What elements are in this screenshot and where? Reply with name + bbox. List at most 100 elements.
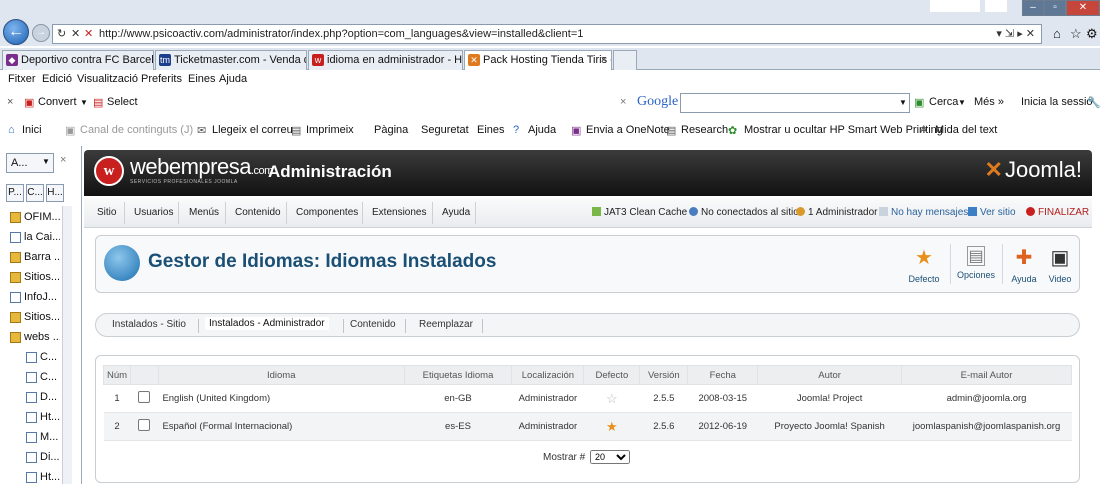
default-button[interactable]: ★ Defecto [902,244,946,288]
header-version[interactable]: Versión [639,365,689,385]
favorite-item[interactable]: Di... [26,448,60,468]
subtab-instalados-sitio[interactable]: Instalados - Sitio [112,319,186,330]
tab-ticketmaster[interactable]: tm Ticketmaster.com - Venda d'e... [155,50,307,70]
google-search-dropdown-icon[interactable]: ▼ [899,98,907,107]
menu-sitio[interactable]: Sitio [97,207,116,218]
tab-close-icon[interactable]: × [601,51,607,69]
clean-cache-link[interactable]: JAT3 Clean Cache [592,207,687,218]
convert-button[interactable]: Convert [38,96,77,108]
header-autor[interactable]: Autor [757,365,902,385]
cmd-hp[interactable]: Mostrar u ocultar HP Smart Web Printing [744,124,943,136]
favorite-item[interactable]: D... [26,388,60,408]
sidebar-tab-p[interactable]: P... [6,184,24,202]
cmd-imprimeix[interactable]: Imprimeix [306,124,354,136]
tab-idioma[interactable]: w idioma en administrador - Hos... [308,50,463,70]
favorites-star-icon[interactable]: ☆ [1070,26,1082,42]
cmd-onenote[interactable]: Envia a OneNote [586,124,670,136]
address-url[interactable]: http://www.psicoactiv.com/administrator/… [99,28,583,40]
favorite-item[interactable]: OFIM... [10,208,60,228]
favorite-item[interactable]: InfoJ... [10,288,60,308]
stop-icon[interactable]: ✕ [71,27,80,40]
header-num[interactable]: Núm [103,365,131,385]
menu-visualitzacio[interactable]: Visualització [77,73,138,85]
address-bar[interactable]: ↻ ✕ ✕ http://www.psicoactiv.com/administ… [52,24,1042,44]
star-outline-icon[interactable]: ☆ [606,391,618,406]
wrench-icon[interactable]: 🔧 [1087,96,1100,109]
close-toolbar-icon[interactable]: × [7,96,13,108]
cerca-button[interactable]: Cerca [929,96,958,108]
google-search-input[interactable] [680,93,910,113]
close-google-icon[interactable]: × [620,96,626,108]
row-select-radio[interactable] [138,419,151,431]
menu-preferits[interactable]: Preferits [141,73,182,85]
sidebar-tab-c[interactable]: C... [26,184,44,202]
menu-usuarios[interactable]: Usuarios [134,207,173,218]
cmd-inici[interactable]: Inici [22,124,42,136]
cerca-dropdown-icon[interactable]: ▼ [958,98,966,107]
subtab-instalados-administrador[interactable]: Instalados - Administrador [205,317,329,330]
menu-ayuda[interactable]: Ayuda [442,207,470,218]
header-idioma[interactable]: Idioma [157,365,405,385]
pager-limit-select[interactable]: 20 [590,450,631,464]
cmd-pagina[interactable]: Pàgina [374,124,408,136]
favorite-item[interactable]: Sitios... [10,308,60,328]
menu-contenido[interactable]: Contenido [235,207,281,218]
options-button[interactable]: ▤ Opciones [954,244,998,288]
favorite-item[interactable]: C... [26,348,60,368]
favorite-item[interactable]: C... [26,368,60,388]
video-button[interactable]: ▣ Video [1038,244,1082,288]
cmd-seguretat[interactable]: Seguretat [421,124,469,136]
favorite-item[interactable]: la Cai... [10,228,60,248]
inicia-sessio-link[interactable]: Inicia la sessió [1021,96,1093,108]
subtab-contenido[interactable]: Contenido [350,319,396,330]
header-email[interactable]: E-mail Autor [901,365,1072,385]
favorite-item[interactable]: Sitios... [10,268,60,288]
sidebar-tab-h[interactable]: H... [46,184,64,202]
menu-ajuda[interactable]: Ajuda [219,73,247,85]
menu-menus[interactable]: Menús [189,207,219,218]
minimize-button[interactable]: – [1022,0,1044,16]
cmd-research[interactable]: Research [681,124,728,136]
subtab-reemplazar[interactable]: Reemplazar [419,319,473,330]
favorite-item[interactable]: Ht... [26,468,60,488]
messages-link[interactable]: No hay mensajes [879,207,968,218]
favorite-item[interactable]: M... [26,428,60,448]
tab-deportivo[interactable]: ◆ Deportivo contra FC Barcelona... [2,50,154,70]
tab-pack-hosting[interactable]: ✕ Pack Hosting Tienda Tiris - ... × [464,50,612,70]
favorites-dropdown-arrow-icon[interactable]: ▼ [42,157,50,166]
menu-eines[interactable]: Eines [188,73,216,85]
favorite-item[interactable]: Ht... [26,408,60,428]
close-button[interactable]: ✕ [1066,0,1100,16]
select-button[interactable]: Select [107,96,138,108]
home-icon[interactable]: ⌂ [1053,26,1061,41]
address-controls-icon[interactable]: ▾ ⇲ ▸ ✕ [996,27,1035,40]
menu-extensiones[interactable]: Extensiones [372,207,426,218]
menu-componentes[interactable]: Componentes [296,207,358,218]
favorite-item[interactable]: webs ... [10,328,60,348]
mes-button[interactable]: Més » [974,96,1004,108]
favorite-item[interactable]: Barra ... [10,248,60,268]
maximize-button[interactable]: ▫ [1044,0,1066,16]
cmd-ajuda[interactable]: Ajuda [528,124,556,136]
header-defecto[interactable]: Defecto [583,365,641,385]
view-site-link[interactable]: Ver sitio [968,207,1016,218]
header-fecha[interactable]: Fecha [687,365,759,385]
cmd-canal[interactable]: Canal de continguts (J) [80,124,193,136]
menu-fitxer[interactable]: Fitxer [8,73,36,85]
cmd-mida-text[interactable]: Mida del text [935,124,997,136]
forward-button[interactable]: → [32,24,50,42]
row-select-radio[interactable] [138,391,151,403]
cmd-correu[interactable]: Llegeix el correu [212,124,293,136]
header-localizacion[interactable]: Localización [511,365,585,385]
convert-dropdown-icon[interactable]: ▼ [80,98,88,107]
back-button[interactable]: ← [3,19,29,45]
logout-link[interactable]: FINALIZAR [1026,207,1089,218]
tools-gear-icon[interactable]: ⚙ [1086,26,1098,42]
header-etiquetas[interactable]: Etiquetas Idioma [403,365,513,385]
new-tab-button[interactable] [613,50,637,70]
cmd-eines[interactable]: Eines [477,124,505,136]
menu-edicio[interactable]: Edició [42,73,72,85]
sidebar-scrollbar[interactable] [62,206,72,484]
sidebar-close-icon[interactable]: × [60,154,66,166]
refresh-icon[interactable]: ↻ [57,27,66,40]
